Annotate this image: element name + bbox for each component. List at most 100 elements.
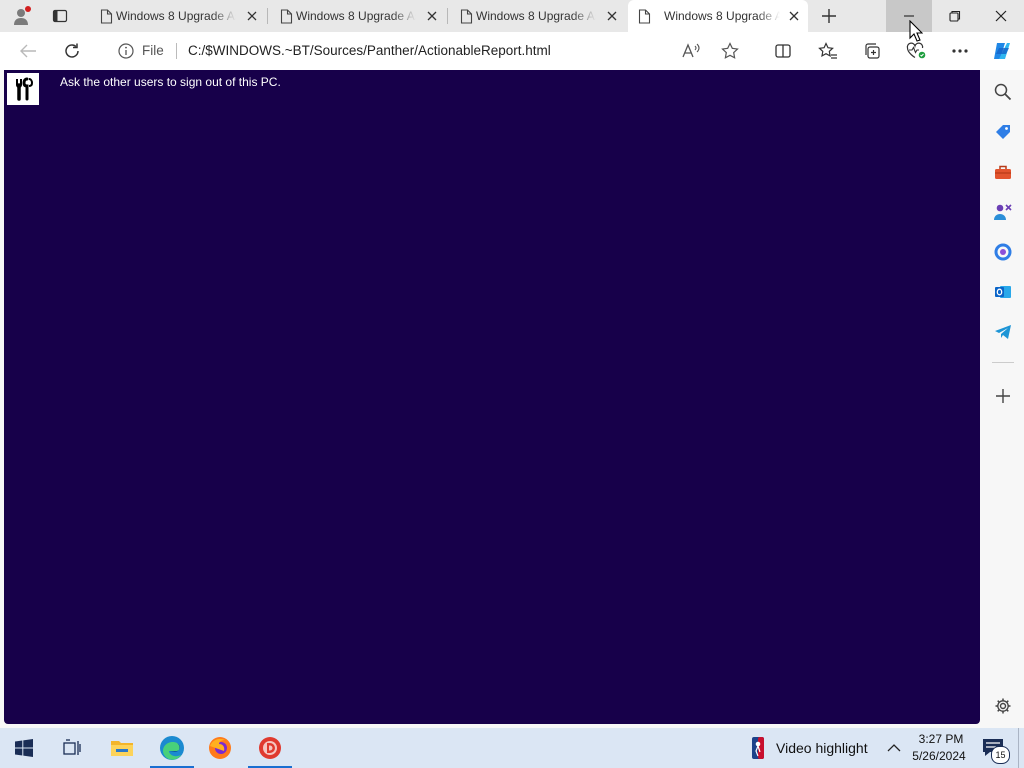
close-tab-button[interactable]	[424, 8, 440, 24]
firefox-taskbar-button[interactable]	[196, 728, 244, 768]
sidebar-outlook-button[interactable]	[991, 280, 1015, 304]
back-arrow-icon	[20, 44, 36, 58]
people-icon	[994, 204, 1012, 220]
task-view-icon	[63, 739, 81, 755]
telegram-icon	[995, 325, 1011, 339]
shopping-tag-icon	[996, 125, 1010, 139]
tools-icon	[7, 73, 39, 105]
split-screen-icon	[775, 44, 791, 58]
back-button[interactable]	[14, 37, 42, 65]
close-icon	[789, 11, 799, 21]
tab-title: Windows 8 Upgrade Assistant	[116, 9, 236, 23]
notification-center-button[interactable]: 15	[980, 736, 1010, 764]
close-icon	[607, 11, 617, 21]
browser-tab-active[interactable]: Windows 8 Upgrade Assistant	[628, 0, 808, 32]
windows-start-icon	[15, 739, 33, 757]
edge-icon	[160, 736, 184, 760]
tab-actions-button[interactable]	[44, 2, 76, 30]
toolbox-icon	[995, 165, 1011, 179]
close-window-button[interactable]	[978, 0, 1024, 32]
new-tab-button[interactable]	[813, 2, 845, 30]
collections-icon	[865, 43, 880, 59]
page-icon	[460, 9, 473, 24]
refresh-button[interactable]	[58, 37, 86, 65]
chevron-up-icon	[887, 744, 901, 752]
clock-date[interactable]: 5/26/2024	[908, 749, 970, 763]
split-screen-button[interactable]	[769, 37, 797, 65]
report-page: Ask the other users to sign out of this …	[4, 70, 980, 724]
tab-title: Windows 8 Upgrade Assistant	[664, 9, 780, 23]
read-aloud-icon	[682, 43, 700, 58]
close-icon	[247, 11, 257, 21]
browser-tab[interactable]: Windows 8 Upgrade Assistant	[450, 2, 626, 30]
site-scheme-label: File	[142, 43, 164, 58]
url-text[interactable]: C:/$WINDOWS.~BT/Sources/Panther/Actionab…	[188, 43, 551, 58]
close-tab-button[interactable]	[244, 8, 260, 24]
star-icon	[721, 42, 739, 59]
navigation-toolbar: File C:/$WINDOWS.~BT/Sources/Panther/Act…	[0, 32, 1024, 70]
show-hidden-icons-button[interactable]	[884, 740, 904, 756]
close-icon	[427, 11, 437, 21]
sidebar-search-button[interactable]	[991, 80, 1015, 104]
favorite-star-button[interactable]	[716, 37, 744, 65]
app-d-taskbar-button[interactable]	[246, 728, 294, 768]
windows-taskbar: Video highlight 3:27 PM 5/26/2024 15	[0, 728, 1024, 768]
page-icon	[100, 9, 113, 24]
info-icon[interactable]	[118, 43, 134, 59]
tab-actions-icon	[52, 9, 68, 23]
profile-icon	[14, 6, 31, 25]
sidebar-games-button[interactable]	[991, 200, 1015, 224]
outlook-icon	[995, 286, 1011, 298]
settings-more-button[interactable]	[946, 37, 974, 65]
close-tab-button[interactable]	[604, 8, 620, 24]
copilot-m365-icon	[994, 243, 1012, 261]
file-explorer-icon	[111, 741, 133, 756]
sidebar-shopping-button[interactable]	[991, 120, 1015, 144]
copilot-icon	[994, 43, 1010, 59]
add-icon	[996, 389, 1010, 403]
sidebar-tools-button[interactable]	[991, 160, 1015, 184]
task-view-button[interactable]	[48, 728, 96, 768]
page-icon	[280, 9, 293, 24]
address-bar[interactable]: File C:/$WINDOWS.~BT/Sources/Panther/Act…	[102, 36, 756, 66]
firefox-icon	[209, 737, 231, 759]
clock-time[interactable]: 3:27 PM	[912, 732, 970, 746]
start-button[interactable]	[0, 728, 48, 768]
tab-strip: Windows 8 Upgrade Assistant Windows 8 Up…	[0, 0, 1024, 32]
show-desktop-button[interactable]	[1018, 728, 1024, 768]
close-icon	[995, 10, 1007, 22]
edge-sidebar	[982, 70, 1024, 724]
settings-icon	[995, 698, 1011, 714]
sidebar-telegram-button[interactable]	[991, 320, 1015, 344]
sign-out-message: Ask the other users to sign out of this …	[60, 75, 281, 89]
file-explorer-button[interactable]	[98, 728, 146, 768]
edge-taskbar-button[interactable]	[148, 728, 196, 768]
refresh-icon	[65, 43, 79, 58]
video-highlight-widget[interactable]: Video highlight	[776, 740, 868, 756]
more-dots-icon	[952, 49, 968, 53]
restore-button[interactable]	[932, 0, 978, 32]
close-tab-button[interactable]	[786, 8, 802, 24]
sidebar-divider	[992, 362, 1014, 363]
search-icon	[994, 83, 1012, 101]
notification-count-badge: 15	[991, 746, 1010, 764]
tab-divider	[267, 8, 268, 24]
sidebar-settings-button[interactable]	[991, 694, 1015, 718]
nba-icon[interactable]	[748, 736, 768, 760]
browser-tab[interactable]: Windows 8 Upgrade Assistant	[270, 2, 446, 30]
app-d-icon	[259, 737, 281, 759]
plus-icon	[822, 9, 836, 23]
heart-pulse-icon	[906, 42, 926, 59]
sidebar-add-button[interactable]	[991, 384, 1015, 408]
restore-icon	[949, 10, 961, 22]
sidebar-m365-button[interactable]	[991, 240, 1015, 264]
read-aloud-button[interactable]	[677, 37, 705, 65]
address-divider	[176, 43, 177, 59]
favorites-button[interactable]	[814, 37, 842, 65]
tab-divider	[447, 8, 448, 24]
browser-tab[interactable]: Windows 8 Upgrade Assistant	[90, 2, 266, 30]
copilot-button[interactable]	[988, 37, 1016, 65]
collections-button[interactable]	[858, 37, 886, 65]
tab-title: Windows 8 Upgrade Assistant	[296, 9, 416, 23]
profile-button[interactable]	[6, 2, 38, 30]
